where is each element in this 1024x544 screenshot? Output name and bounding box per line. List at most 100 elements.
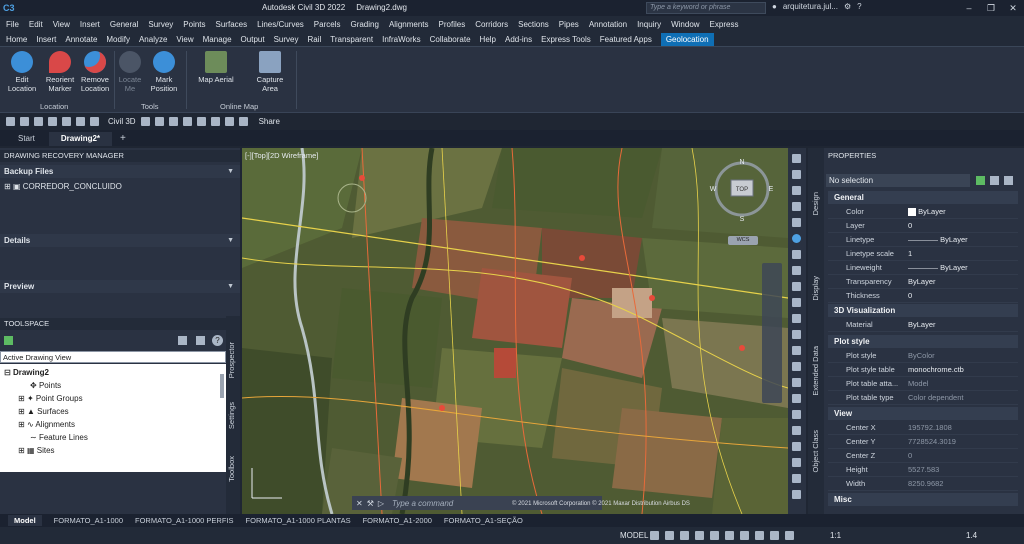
category-general[interactable]: General	[828, 191, 1018, 204]
snap-icon[interactable]	[665, 531, 674, 540]
tool-icon[interactable]	[792, 186, 801, 195]
tool-icon[interactable]	[792, 282, 801, 291]
command-input[interactable]: Type a command	[392, 499, 453, 508]
reorient-marker-button[interactable]: Reorient Marker	[42, 51, 78, 93]
tool-icon[interactable]	[792, 378, 801, 387]
ribbon-tab[interactable]: Featured Apps	[600, 35, 652, 44]
prop-row[interactable]: Width 8250.9682	[828, 477, 1018, 491]
surface-icon[interactable]	[168, 117, 178, 126]
tab-object-class[interactable]: Object Class	[811, 430, 820, 473]
wrench-icon[interactable]: ⚒	[367, 499, 374, 508]
menu-item[interactable]: Corridors	[475, 20, 508, 29]
tool-icon[interactable]	[792, 250, 801, 259]
compass-south[interactable]: S	[740, 216, 745, 223]
menu-item[interactable]: Lines/Curves	[257, 20, 304, 29]
ribbon-tab[interactable]: Survey	[274, 35, 299, 44]
tree-scrollbar[interactable]	[220, 374, 224, 398]
ribbon-tab[interactable]: Transparent	[330, 35, 373, 44]
category-3d-visualization[interactable]: 3D Visualization	[828, 304, 1018, 317]
tree-item[interactable]: ✥ Points	[30, 379, 61, 392]
plot-icon[interactable]	[62, 117, 71, 126]
grid-icon[interactable]	[650, 531, 659, 540]
zoom-level[interactable]: 1.4	[966, 531, 977, 540]
menu-item[interactable]: Profiles	[439, 20, 466, 29]
expand-icon[interactable]: ⊞	[4, 182, 11, 191]
selection-dropdown[interactable]: No selection	[826, 174, 970, 187]
ribbon-tab[interactable]: Express Tools	[541, 35, 591, 44]
search-input[interactable]: Type a keyword or phrase	[646, 2, 766, 14]
profile-icon[interactable]	[196, 117, 206, 126]
expand-icon[interactable]: ⊞	[18, 446, 25, 455]
prop-row[interactable]: Linetype ———— ByLayer	[828, 233, 1018, 247]
navigation-bar[interactable]	[762, 263, 782, 403]
tool-icon[interactable]	[792, 218, 801, 227]
viewcube-top-label[interactable]: TOP	[736, 187, 748, 193]
prop-row[interactable]: Plot style ByColor	[828, 349, 1018, 363]
backup-files-header[interactable]: Backup Files ▼	[0, 165, 240, 178]
locate-me-button[interactable]: Locate Me	[112, 51, 148, 93]
prop-row[interactable]: Plot style table monochrome.ctb	[828, 363, 1018, 377]
tree-item-drawing[interactable]: ⊟ Drawing2	[4, 366, 49, 379]
undo-icon[interactable]	[76, 117, 85, 126]
menu-item[interactable]: Insert	[80, 20, 100, 29]
tab-settings[interactable]: Settings	[227, 402, 236, 429]
ribbon-tab[interactable]: Home	[6, 35, 27, 44]
help-icon[interactable]: ?	[212, 335, 223, 346]
prop-row[interactable]: Center Y 7728524.3019	[828, 435, 1018, 449]
user-icon[interactable]: ●	[772, 2, 777, 11]
edit-location-button[interactable]: Edit Location	[4, 51, 40, 93]
layout-tab[interactable]: FORMATO_A1-1000 PERFIS	[135, 516, 234, 525]
tool-icon[interactable]	[792, 426, 801, 435]
tree-item[interactable]: ⊞ ∿ Alignments	[18, 418, 75, 431]
menu-item[interactable]: Survey	[148, 20, 173, 29]
tool-icon[interactable]	[792, 170, 801, 179]
viewcube-icon[interactable]: TOP N S E W	[707, 154, 777, 224]
prop-row[interactable]: Linetype scale 1	[828, 247, 1018, 261]
menu-item[interactable]: Grading	[350, 20, 378, 29]
polar-icon[interactable]	[695, 531, 704, 540]
prop-row[interactable]: Lineweight ———— ByLayer	[828, 261, 1018, 275]
menu-item[interactable]: Express	[710, 20, 739, 29]
toolspace-icon[interactable]	[4, 336, 13, 345]
drawing-viewport[interactable]: [-][Top][2D Wireframe] TOP N S E W WCS ✕…	[242, 148, 788, 514]
menu-item[interactable]: Sections	[518, 20, 549, 29]
tool-icon[interactable]	[792, 202, 801, 211]
close-icon[interactable]: ✕	[356, 499, 363, 508]
ribbon-tab[interactable]: InfraWorks	[382, 35, 421, 44]
share-button[interactable]: Share	[259, 117, 280, 126]
restore-icon[interactable]: ❐	[980, 0, 1002, 16]
help-icon[interactable]: ?	[857, 2, 861, 11]
layer-icon[interactable]	[140, 117, 150, 126]
prop-row[interactable]: Center X 195792.1808	[828, 421, 1018, 435]
menu-item[interactable]: Surfaces	[216, 20, 248, 29]
tool-icon[interactable]	[792, 394, 801, 403]
menu-item[interactable]: General	[110, 20, 138, 29]
menu-item[interactable]: File	[6, 20, 19, 29]
tool-icon[interactable]	[792, 442, 801, 451]
compass-west[interactable]: W	[710, 186, 717, 193]
ortho-icon[interactable]	[680, 531, 689, 540]
menu-item[interactable]: Inquiry	[637, 20, 661, 29]
save-as-icon[interactable]	[48, 117, 57, 126]
prop-row[interactable]: Transparency ByLayer	[828, 275, 1018, 289]
annotation-scale[interactable]: 1:1	[830, 531, 841, 540]
category-misc[interactable]: Misc	[828, 493, 1018, 506]
tree-item[interactable]: ⊞ ▲ Surfaces	[18, 405, 69, 418]
tab-toolbox[interactable]: Toolbox	[227, 456, 236, 482]
transparency-icon[interactable]	[755, 531, 764, 540]
workspace-switch[interactable]: Civil 3D	[108, 117, 136, 126]
globe-icon[interactable]	[792, 234, 801, 243]
expand-icon[interactable]: ⊞	[18, 407, 25, 416]
prop-row[interactable]: Plot table atta... Model	[828, 377, 1018, 391]
ribbon-tab[interactable]: Help	[480, 35, 496, 44]
ribbon-tab[interactable]: Manage	[203, 35, 232, 44]
toolspace-tool-icon[interactable]	[196, 336, 205, 345]
remove-location-button[interactable]: Remove Location	[77, 51, 113, 93]
tool-icon[interactable]	[792, 298, 801, 307]
mark-position-button[interactable]: Mark Position	[146, 51, 182, 93]
prop-row[interactable]: Layer 0	[828, 219, 1018, 233]
ribbon-tab[interactable]: Output	[241, 35, 265, 44]
cart-icon[interactable]: ⚙	[844, 2, 851, 11]
tree-item[interactable]: ⊞ ✦ Point Groups	[18, 392, 83, 405]
ribbon-tab[interactable]: Insert	[36, 35, 56, 44]
